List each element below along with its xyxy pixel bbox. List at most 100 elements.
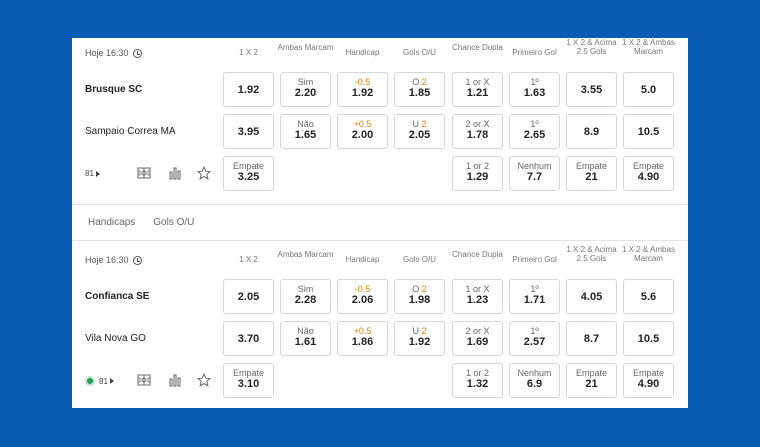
star-icon[interactable] [197,373,211,387]
odds-button[interactable]: 5.6 [623,279,674,314]
odds-button[interactable]: 1 or 2 1.29 [452,156,503,191]
event-block: Hoje 16:30 1 X 2 Ambas Marcam Handicap Gols … [72,38,688,203]
odds-button[interactable]: Sim 2.20 [280,72,331,107]
tab-gols-ou[interactable]: Gols O/U [153,217,194,228]
stats-icon[interactable] [168,166,182,180]
odds-button[interactable]: Sim 2.28 [280,279,331,314]
odds-label-text: O [412,77,422,87]
odds-button[interactable]: 10.5 [623,114,674,149]
star-icon[interactable] [197,166,211,180]
more-markets-link[interactable]: 81 [85,169,100,178]
odds-button[interactable]: 3.95 [223,114,274,149]
odds-button[interactable]: -0.5 2.06 [337,279,388,314]
odds-value: 2.06 [351,294,374,306]
odds-button[interactable]: 1.92 [223,72,274,107]
odds-button[interactable]: Empate 3.10 [223,363,274,398]
stats-icon[interactable] [168,373,182,387]
odds-label-text: -0.5 [354,284,371,294]
odds-value: 1.78 [466,129,489,141]
odds-button[interactable]: 3.55 [566,72,617,107]
odds-label: 1 or 2 [453,161,502,171]
odds-button[interactable]: U 2 2.05 [394,114,445,149]
odds-value: 1.86 [351,336,374,348]
odds-button[interactable]: Nenhum 6.9 [509,363,560,398]
section-divider [72,240,688,241]
odds-label-text: 2 or X [465,326,490,336]
live-stream-icon[interactable] [85,376,95,386]
field-icon[interactable] [137,166,151,180]
odds-label: +0.5 [338,119,387,129]
odds-value: 1.32 [466,378,489,390]
odds-value: 3.70 [237,333,260,345]
odds-label-text: Não [297,119,314,129]
odds-label-text: Empate [232,368,265,378]
market-header: Gols O/U [403,255,436,264]
odds-button[interactable]: 8.9 [566,114,617,149]
odds-label-text: -0.5 [354,77,371,87]
event-footer: 81 [85,376,114,386]
odds-button[interactable]: 1º 2.57 [509,321,560,356]
markets-count: 81 [99,376,108,386]
odds-button[interactable]: 2 or X 1.69 [452,321,503,356]
odds-label-text: +0.5 [353,326,372,336]
odds-button[interactable]: Empate 3.25 [223,156,274,191]
odds-value: 2.20 [294,87,317,99]
odds-label-text: +0.5 [353,119,372,129]
odds-button[interactable]: 3.70 [223,321,274,356]
odds-button[interactable]: 2.05 [223,279,274,314]
market-header: 1 X 2 & Ambas Marcam [622,245,675,263]
odds-button[interactable]: 1 or 2 1.32 [452,363,503,398]
odds-button[interactable]: O 2 1.98 [394,279,445,314]
odds-value: 1.69 [466,336,489,348]
odds-label: 1º [510,119,559,129]
odds-button[interactable]: Empate 21 [566,156,617,191]
odds-label-text: Nenhum [517,161,552,171]
odds-button[interactable]: 1º 1.63 [509,72,560,107]
odds-label: 1º [510,77,559,87]
field-icon[interactable] [137,373,151,387]
odds-button[interactable]: 1º 2.65 [509,114,560,149]
odds-label: Empate [224,368,273,378]
odds-button[interactable]: -0.5 1.92 [337,72,388,107]
odds-button[interactable]: 5.0 [623,72,674,107]
odds-button[interactable]: Não 1.65 [280,114,331,149]
odds-value: 8.7 [583,333,600,345]
odds-button[interactable]: 1 or X 1.23 [452,279,503,314]
odds-value: 3.10 [237,378,260,390]
odds-label: Empate [224,161,273,171]
odds-button[interactable]: 2 or X 1.78 [452,114,503,149]
odds-button[interactable]: Empate 4.90 [623,156,674,191]
odds-button[interactable]: 4.05 [566,279,617,314]
odds-button[interactable]: O 2 1.85 [394,72,445,107]
odds-button[interactable]: Empate 21 [566,363,617,398]
odds-value: 2.05 [237,291,260,303]
market-header: Chance Dupla [452,250,503,259]
event-block: Hoje 16:30 1 X 2 Ambas Marcam Handicap Gols … [72,245,688,408]
odds-value: 1.71 [523,294,546,306]
odds-button[interactable]: Nenhum 7.7 [509,156,560,191]
odds-label-text: Empate [632,368,665,378]
odds-value: 10.5 [637,126,660,138]
odds-label-text: 1º [530,77,539,87]
odds-button[interactable]: +0.5 1.86 [337,321,388,356]
odds-value: 1.92 [237,84,260,96]
event-footer: 81 [85,169,100,178]
odds-button[interactable]: 1 or X 1.21 [452,72,503,107]
odds-button[interactable]: Empate 4.90 [623,363,674,398]
odds-label-text: Empate [232,161,265,171]
odds-value: 4.90 [637,171,660,183]
odds-button[interactable]: 10.5 [623,321,674,356]
odds-label: Empate [567,161,616,171]
odds-button[interactable]: U 2 1.92 [394,321,445,356]
tab-handicaps[interactable]: Handicaps [88,217,135,228]
odds-value: 21 [585,378,598,390]
market-header: Ambas Marcam [277,250,334,259]
odds-label-text: 1 or X [465,284,490,294]
more-markets-link[interactable]: 81 [99,377,114,386]
odds-button[interactable]: 8.7 [566,321,617,356]
odds-button[interactable]: +0.5 2.00 [337,114,388,149]
odds-value: 2.57 [523,336,546,348]
odds-button[interactable]: Não 1.61 [280,321,331,356]
odds-button[interactable]: 1º 1.71 [509,279,560,314]
odds-label: U 2 [395,326,444,336]
